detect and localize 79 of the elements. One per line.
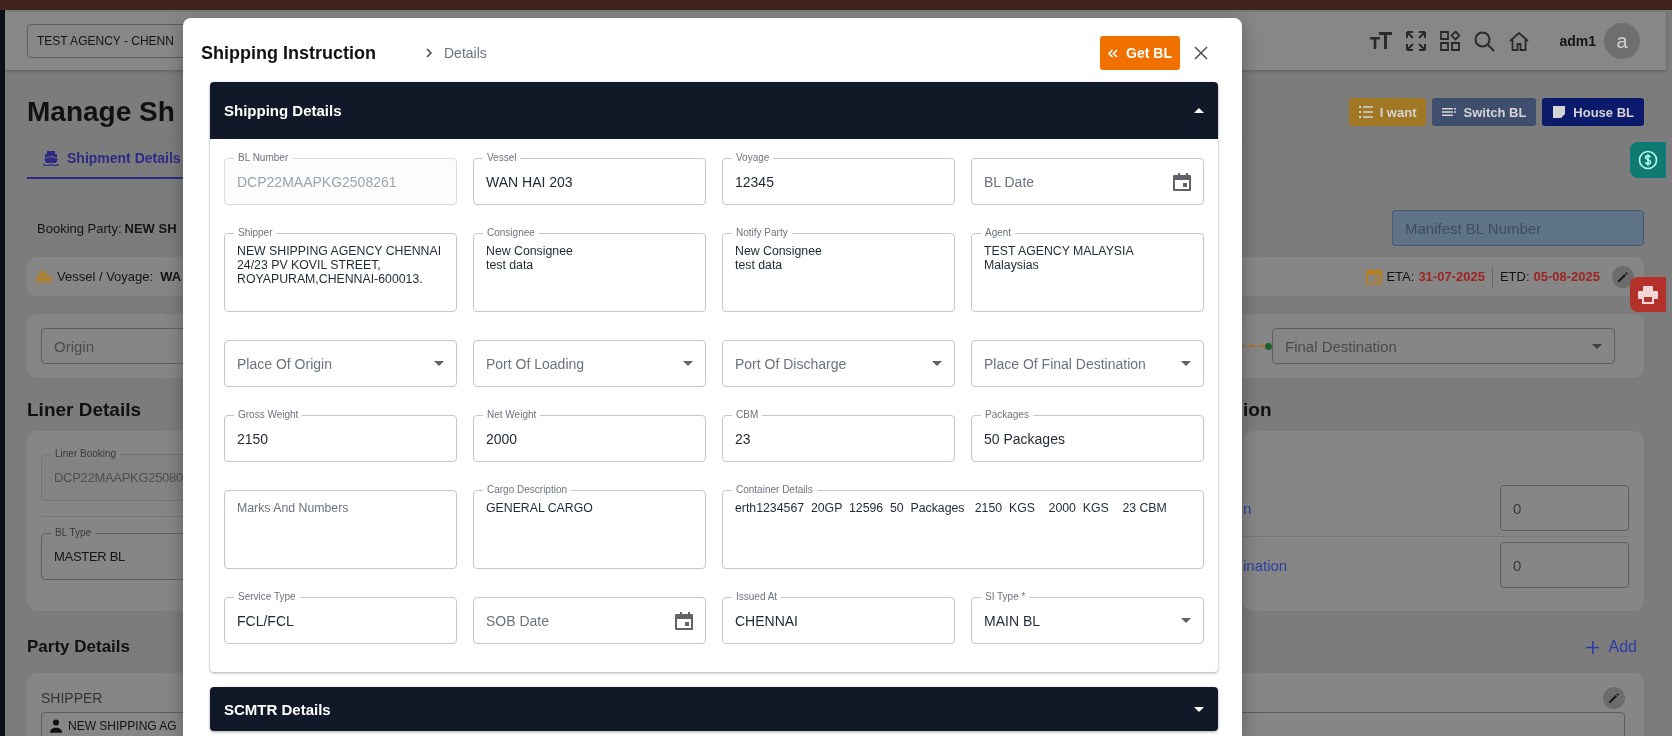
calendar-icon xyxy=(675,611,693,630)
vessel-voyage-label: Vessel / Voyage: xyxy=(57,269,154,284)
field-label: SI Type * xyxy=(981,591,1030,603)
caret-down-icon xyxy=(932,361,942,366)
section-header[interactable]: SCMTR Details xyxy=(210,687,1218,731)
breadcrumb: Details xyxy=(444,45,487,61)
field-label: Net Weight xyxy=(483,409,541,421)
field-label: Voyage xyxy=(732,152,774,164)
section-heading: Liner Details xyxy=(27,399,142,419)
pencil-icon xyxy=(1608,692,1620,704)
caret-down-icon xyxy=(1181,361,1191,366)
close-button[interactable] xyxy=(1194,46,1208,60)
field-label: BL Number xyxy=(234,152,293,164)
field-label: CBM xyxy=(732,409,763,421)
caret-down-icon xyxy=(1592,343,1602,349)
booking-party-label: Booking Party: xyxy=(37,220,122,236)
field-label: Issued At xyxy=(732,591,782,603)
caret-down-icon xyxy=(1181,618,1191,623)
number-field[interactable]: 0 xyxy=(1500,485,1629,531)
get-bl-button[interactable]: Get BL xyxy=(1100,36,1180,70)
section-heading: Party Details xyxy=(27,637,130,657)
edit-button[interactable] xyxy=(1612,265,1634,288)
section-heading: ion xyxy=(1243,399,1272,419)
user-avatar[interactable]: a xyxy=(1604,23,1640,59)
booking-party-value: NEW SH xyxy=(124,220,177,236)
field-label: Consignee xyxy=(483,227,539,239)
plus-icon xyxy=(1585,640,1599,654)
pencil-icon xyxy=(1617,270,1629,283)
close-icon xyxy=(1194,46,1208,60)
home-icon[interactable] xyxy=(1509,31,1530,51)
note-icon xyxy=(1552,105,1567,119)
action-button[interactable]: House BL xyxy=(1542,98,1644,126)
caret-down-icon xyxy=(683,361,693,366)
action-button[interactable]: I want xyxy=(1348,98,1427,126)
field-label: Vessel xyxy=(483,152,521,164)
eta-date: 31-07-2025 xyxy=(1418,269,1485,284)
dollar-button[interactable] xyxy=(1630,142,1666,178)
boat-icon xyxy=(35,270,53,283)
eta-label: ETA: xyxy=(1386,269,1415,284)
calendar-icon xyxy=(1366,268,1383,285)
dialog-title: Shipping Instruction xyxy=(201,42,376,64)
party-label: SHIPPER xyxy=(41,690,103,706)
person-icon xyxy=(50,719,62,733)
user-name: adm1 xyxy=(1559,33,1596,49)
ship-icon xyxy=(43,149,59,166)
vessel-voyage-value: WA xyxy=(160,269,182,284)
calendar-icon xyxy=(1173,172,1191,191)
action-button[interactable]: Switch BL xyxy=(1432,98,1537,126)
lines-icon xyxy=(1442,105,1457,119)
field-label: Notify Party xyxy=(732,227,792,239)
field-label: Service Type xyxy=(234,591,300,603)
caret-up-icon xyxy=(1194,108,1204,113)
field-label: Agent xyxy=(981,227,1016,239)
apps-icon[interactable] xyxy=(1440,31,1461,51)
chevron-right-icon xyxy=(426,48,432,58)
field-label: Shipper xyxy=(234,227,277,239)
edit-button[interactable] xyxy=(1603,687,1625,709)
page-title: Manage Sh xyxy=(27,96,175,128)
field-label: Container Details xyxy=(732,484,817,496)
field-label: Gross Weight xyxy=(234,409,303,421)
dollar-icon xyxy=(1638,150,1658,170)
printer-icon xyxy=(1638,285,1658,304)
field-label: Cargo Description xyxy=(483,484,572,496)
field-label: Packages xyxy=(981,409,1033,421)
number-field[interactable]: 0 xyxy=(1500,542,1629,588)
etd-label: ETD: xyxy=(1499,269,1530,284)
double-chevron-left-icon xyxy=(1108,48,1119,58)
search-icon[interactable] xyxy=(1474,30,1496,52)
list-icon xyxy=(1358,105,1373,119)
field-label: BL Type xyxy=(51,527,96,539)
caret-down-icon xyxy=(1194,706,1204,712)
route-dot xyxy=(1265,342,1272,350)
fullscreen-icon[interactable] xyxy=(1406,31,1427,51)
etd-date: 05-08-2025 xyxy=(1533,269,1600,284)
print-button[interactable] xyxy=(1630,277,1666,312)
text-size-icon[interactable] xyxy=(1370,31,1393,51)
field-label: Liner Booking xyxy=(51,448,121,460)
caret-down-icon xyxy=(434,361,444,366)
section-header[interactable]: Shipping Details xyxy=(210,82,1218,139)
